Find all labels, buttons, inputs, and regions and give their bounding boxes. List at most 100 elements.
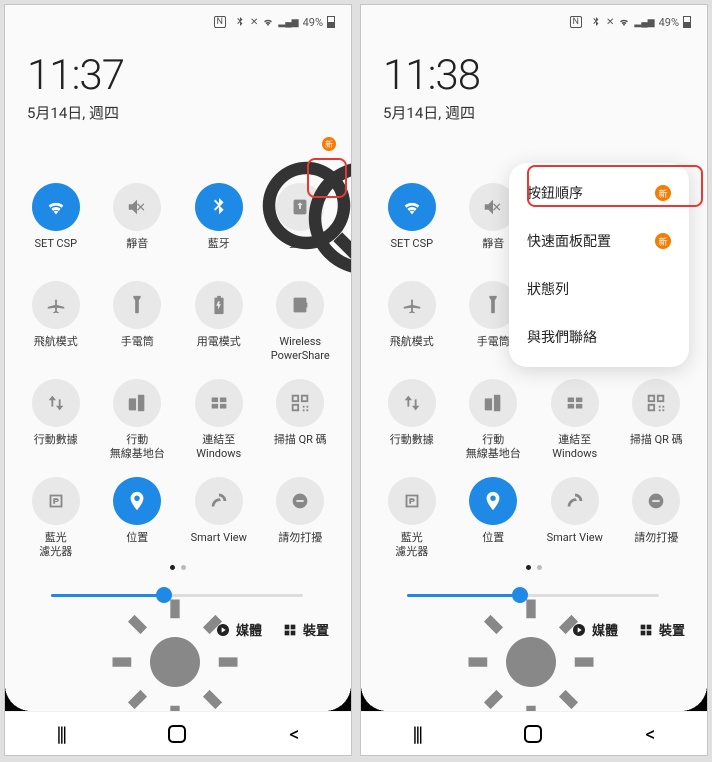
tile-icon-windows[interactable] — [195, 379, 243, 427]
tile-flashlight[interactable]: 手電筒 — [97, 281, 179, 363]
brightness-expand[interactable] — [313, 586, 331, 604]
tile-location[interactable]: 位置 — [453, 477, 535, 559]
menu-label: 按鈕順序 — [527, 183, 583, 203]
tile-data[interactable]: 行動數據 — [15, 379, 97, 461]
tile-icon-hotspot[interactable] — [469, 379, 517, 427]
wifi-status-icon — [262, 16, 274, 28]
tile-smartview[interactable]: Smart View — [178, 477, 260, 559]
menu-item-2[interactable]: 狀態列 — [509, 265, 689, 313]
wifi-status-icon — [618, 16, 630, 28]
tile-smartview[interactable]: Smart View — [534, 477, 616, 559]
recent-button[interactable]: ||| — [413, 722, 422, 746]
back-button[interactable]: < — [289, 722, 299, 746]
status-bar: N ✕ ▂▄▆ 49% — [361, 5, 707, 35]
clock-block: 11:38 5月14日, 週四 — [361, 35, 707, 133]
tile-icon-wifi[interactable] — [32, 183, 80, 231]
recent-button[interactable]: ||| — [57, 722, 66, 746]
flashlight-icon — [126, 294, 148, 316]
tile-icon-airplane[interactable] — [32, 281, 80, 329]
media-label: 媒體 — [236, 620, 262, 639]
tile-icon-hotspot[interactable] — [113, 379, 161, 427]
brightness-slider[interactable] — [407, 594, 659, 597]
tile-icon-location[interactable] — [469, 477, 517, 525]
tile-icon-data[interactable] — [388, 379, 436, 427]
tile-icon-data[interactable] — [32, 379, 80, 427]
new-badge: 新 — [655, 233, 671, 249]
tile-icon-qr[interactable] — [632, 379, 680, 427]
tile-bluelight[interactable]: 藍光 濾光器 — [371, 477, 453, 559]
dot-1 — [170, 565, 175, 570]
tile-airplane[interactable]: 飛航模式 — [371, 281, 453, 363]
menu-item-0[interactable]: 按鈕順序 新 — [509, 169, 689, 217]
tile-qr[interactable]: 掃描 QR 碼 — [260, 379, 342, 461]
corner — [681, 685, 707, 711]
search-button[interactable] — [169, 143, 189, 163]
home-button[interactable] — [168, 725, 186, 743]
location-icon — [126, 490, 148, 512]
tile-wifi[interactable]: SET CSP — [15, 183, 97, 265]
media-label: 媒體 — [592, 620, 618, 639]
tile-icon-qr[interactable] — [276, 379, 324, 427]
media-button[interactable]: 媒體 — [215, 620, 262, 639]
home-button[interactable] — [524, 725, 542, 743]
tile-dnd[interactable]: 請勿打擾 — [616, 477, 698, 559]
tile-hotspot[interactable]: 行動 無線基地台 — [453, 379, 535, 461]
tile-label: 手電筒 — [121, 335, 154, 363]
tile-icon-mute[interactable] — [113, 183, 161, 231]
tile-mute[interactable]: 靜音 — [97, 183, 179, 265]
tile-label: 用電模式 — [197, 335, 241, 363]
clock-date: 5月14日, 週四 — [27, 102, 329, 123]
tile-icon-smartview[interactable] — [551, 477, 599, 525]
tile-bluelight[interactable]: 藍光 濾光器 — [15, 477, 97, 559]
windows-icon — [564, 392, 586, 414]
tile-label: 飛航模式 — [34, 335, 78, 363]
media-button[interactable]: 媒體 — [571, 620, 618, 639]
brightness-slider[interactable] — [51, 594, 303, 597]
tile-windows[interactable]: 連結至 Windows — [534, 379, 616, 461]
dot-2 — [537, 565, 542, 570]
tile-label: 靜音 — [126, 237, 148, 265]
tile-icon-wifi[interactable] — [388, 183, 436, 231]
settings-button[interactable] — [261, 143, 281, 163]
tile-icon-dnd[interactable] — [276, 477, 324, 525]
tile-label: 行動 無線基地台 — [110, 433, 165, 461]
tile-label: 行動 無線基地台 — [466, 433, 521, 461]
tile-location[interactable]: 位置 — [97, 477, 179, 559]
brightness-row — [5, 570, 351, 612]
tile-icon-bluelight[interactable] — [388, 477, 436, 525]
menu-item-3[interactable]: 與我們聯絡 — [509, 313, 689, 361]
tile-qr[interactable]: 掃描 QR 碼 — [616, 379, 698, 461]
tile-icon-dnd[interactable] — [632, 477, 680, 525]
devices-button[interactable]: 裝置 — [638, 620, 685, 639]
tile-icon-flashlight[interactable] — [113, 281, 161, 329]
tile-icon-airplane[interactable] — [388, 281, 436, 329]
brightness-row — [361, 570, 707, 612]
menu-item-1[interactable]: 快速面板配置 新 — [509, 217, 689, 265]
tile-label: 行動數據 — [390, 433, 434, 461]
tile-icon-location[interactable] — [113, 477, 161, 525]
tile-label: Smart View — [191, 531, 247, 559]
devices-button[interactable]: 裝置 — [282, 620, 329, 639]
back-button[interactable]: < — [645, 722, 655, 746]
tile-windows[interactable]: 連結至 Windows — [178, 379, 260, 461]
hotspot-icon — [126, 392, 148, 414]
nav-bar: ||| < — [361, 711, 707, 755]
tile-airplane[interactable]: 飛航模式 — [15, 281, 97, 363]
tile-hotspot[interactable]: 行動 無線基地台 — [97, 379, 179, 461]
overflow-menu: 按鈕順序 新 快速面板配置 新 狀態列 與我們聯絡 — [509, 163, 689, 367]
tile-data[interactable]: 行動數據 — [371, 379, 453, 461]
status-bar: N ✕ ▂▄▆ 49% — [5, 5, 351, 35]
tile-icon-bluelight[interactable] — [32, 477, 80, 525]
tile-battery[interactable]: 用電模式 — [178, 281, 260, 363]
tile-label: Wireless PowerShare — [271, 335, 330, 363]
tile-wifi[interactable]: SET CSP — [371, 183, 453, 265]
tile-icon-smartview[interactable] — [195, 477, 243, 525]
tile-icon-windows[interactable] — [551, 379, 599, 427]
brightness-expand[interactable] — [669, 586, 687, 604]
dnd-icon — [289, 490, 311, 512]
tile-powershare[interactable]: Wireless PowerShare — [260, 281, 342, 363]
tile-dnd[interactable]: 請勿打擾 — [260, 477, 342, 559]
power-button[interactable] — [215, 143, 235, 163]
clock-block: 11:37 5月14日, 週四 — [5, 35, 351, 133]
more-button[interactable]: 新 — [307, 143, 327, 163]
